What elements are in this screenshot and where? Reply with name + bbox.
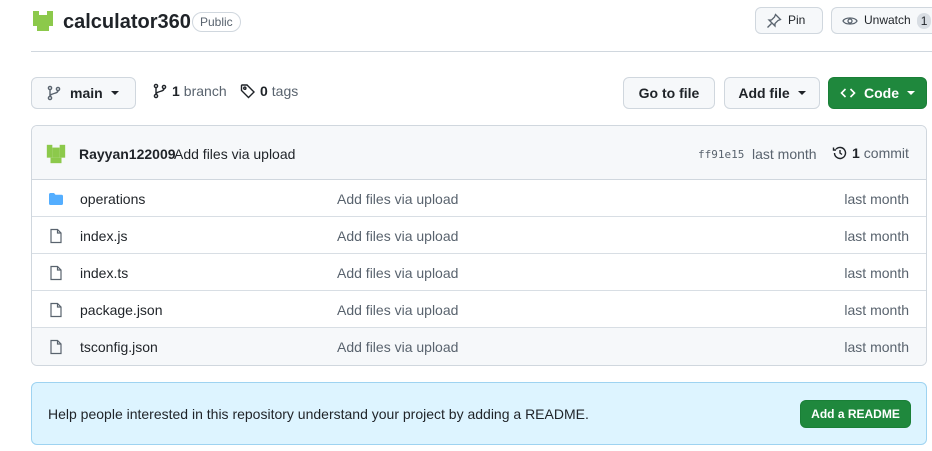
file-row[interactable]: package.json Add files via upload last m…: [32, 291, 926, 328]
commit-time: last month: [752, 146, 817, 162]
file-icon: [50, 228, 62, 244]
file-icon: [50, 339, 62, 355]
file-row[interactable]: index.ts Add files via upload last month: [32, 254, 926, 291]
readme-banner-text: Help people interested in this repositor…: [48, 406, 589, 422]
eye-icon: [842, 16, 858, 25]
file-time: last month: [844, 191, 909, 207]
visibility-badge: Public: [192, 12, 241, 32]
git-branch-icon: [47, 85, 61, 101]
repo-name[interactable]: calculator360: [63, 9, 191, 35]
pin-label: Pin: [788, 13, 806, 27]
chevron-down-icon: [797, 91, 806, 95]
identicon-avatar-icon: [31, 9, 55, 33]
file-icon: [50, 302, 62, 318]
file-commit-message[interactable]: Add files via upload: [337, 302, 458, 318]
file-commit-message[interactable]: Add files via upload: [337, 265, 458, 281]
pin-button[interactable]: Pin: [755, 7, 823, 34]
file-table: Rayyan122009 Add files via upload ff91e1…: [31, 125, 927, 366]
code-label: Code: [864, 85, 899, 101]
file-commit-message[interactable]: Add files via upload: [337, 339, 458, 355]
file-commit-message[interactable]: Add files via upload: [337, 191, 458, 207]
tag-count: 0: [260, 83, 268, 99]
file-time: last month: [844, 339, 909, 355]
commit-count: 1: [852, 145, 860, 161]
commit-count-label: commit: [863, 145, 909, 161]
branch-count: 1: [172, 83, 180, 99]
unwatch-button[interactable]: Unwatch 1: [831, 7, 932, 34]
file-time: last month: [844, 302, 909, 318]
file-time: last month: [844, 265, 909, 281]
branch-count-label: branch: [183, 83, 227, 99]
code-icon: [840, 88, 856, 98]
tag-icon: [240, 84, 255, 99]
branch-name: main: [70, 85, 103, 101]
go-to-file-button[interactable]: Go to file: [623, 77, 715, 109]
commit-author[interactable]: Rayyan122009: [79, 146, 176, 162]
file-row[interactable]: operations Add files via upload last mon…: [32, 180, 926, 217]
commit-sha[interactable]: ff91e15: [698, 148, 744, 161]
tags-link[interactable]: 0 tags: [240, 83, 298, 99]
branches-link[interactable]: 1 branch: [152, 83, 227, 99]
folder-icon: [49, 193, 63, 205]
go-to-file-label: Go to file: [638, 85, 700, 101]
add-file-button[interactable]: Add file: [724, 77, 820, 109]
add-readme-button[interactable]: Add a README: [800, 400, 911, 428]
add-readme-label: Add a README: [811, 407, 900, 421]
file-row[interactable]: tsconfig.json Add files via upload last …: [32, 328, 926, 365]
chevron-down-icon: [110, 91, 119, 95]
watch-count: 1: [916, 12, 932, 29]
file-time: last month: [844, 228, 909, 244]
pin-icon: [767, 12, 782, 28]
history-icon: [832, 146, 847, 160]
repo-toolbar: main 1 branch 0 tags Go to file Add file: [31, 77, 927, 109]
file-name[interactable]: tsconfig.json: [80, 339, 158, 355]
commit-message[interactable]: Add files via upload: [174, 146, 295, 162]
code-button[interactable]: Code: [828, 77, 927, 109]
file-commit-message[interactable]: Add files via upload: [337, 228, 458, 244]
branch-selector[interactable]: main: [31, 77, 136, 109]
repo-header: calculator360 Public Pin Unwatch 1: [31, 0, 932, 52]
tag-count-label: tags: [271, 83, 299, 99]
chevron-down-icon: [907, 91, 915, 95]
file-name[interactable]: index.ts: [80, 265, 128, 281]
file-name[interactable]: package.json: [80, 302, 163, 318]
add-file-label: Add file: [738, 85, 790, 101]
avatar-icon[interactable]: [45, 143, 67, 165]
file-icon: [50, 265, 62, 281]
unwatch-label: Unwatch: [864, 13, 911, 27]
file-name[interactable]: operations: [80, 191, 145, 207]
latest-commit-bar: Rayyan122009 Add files via upload ff91e1…: [32, 126, 926, 180]
commit-history-link[interactable]: 1 commit: [832, 145, 909, 161]
file-row[interactable]: index.js Add files via upload last month: [32, 217, 926, 254]
git-branch-icon: [153, 83, 167, 99]
readme-banner: Help people interested in this repositor…: [31, 382, 927, 445]
file-name[interactable]: index.js: [80, 228, 127, 244]
